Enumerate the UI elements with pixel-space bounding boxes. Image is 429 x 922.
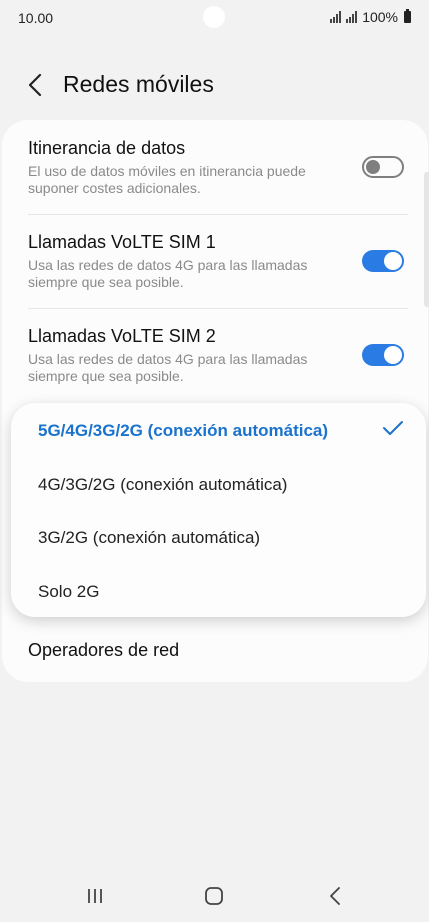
battery-percent: 100% <box>362 9 398 25</box>
status-time: 10.00 <box>18 10 54 26</box>
roaming-row[interactable]: Itinerancia de datos El uso de datos móv… <box>28 138 408 197</box>
roaming-toggle[interactable] <box>362 156 404 178</box>
signal-sim2-icon <box>346 11 358 23</box>
navigation-bar <box>0 870 429 922</box>
network-mode-option-3g[interactable]: 3G/2G (conexión automática) <box>38 528 408 548</box>
network-operators-item[interactable]: Operadores de red <box>28 640 179 661</box>
network-mode-option-4g[interactable]: 4G/3G/2G (conexión automática) <box>38 475 408 495</box>
back-button[interactable] <box>20 70 50 100</box>
back-nav-button[interactable] <box>320 884 350 908</box>
battery-icon <box>404 9 411 23</box>
checkmark-icon <box>383 421 403 435</box>
home-icon <box>205 887 223 905</box>
status-indicators: 100% <box>330 9 411 25</box>
signal-sim1-icon <box>330 11 342 23</box>
network-mode-popup: 5G/4G/3G/2G (conexión automática) 4G/3G/… <box>11 403 426 617</box>
option-label: Solo 2G <box>38 582 100 601</box>
volte-sim1-title: Llamadas VoLTE SIM 1 <box>28 232 216 252</box>
roaming-title: Itinerancia de datos <box>28 138 186 158</box>
volte-sim1-subtitle: Usa las redes de datos 4G para las llama… <box>28 257 308 290</box>
volte-sim2-row[interactable]: Llamadas VoLTE SIM 2 Usa las redes de da… <box>28 326 408 385</box>
volte-sim2-title: Llamadas VoLTE SIM 2 <box>28 326 216 346</box>
back-nav-icon <box>330 887 340 905</box>
home-button[interactable] <box>199 884 229 908</box>
app-header: Redes móviles <box>0 60 429 110</box>
front-camera <box>203 6 225 28</box>
volte-sim1-row[interactable]: Llamadas VoLTE SIM 1 Usa las redes de da… <box>28 232 408 291</box>
screen: 10.00 100% Redes móviles Itinerancia de … <box>0 0 429 922</box>
status-bar: 10.00 100% <box>0 0 429 36</box>
volte-sim2-toggle[interactable] <box>362 344 404 366</box>
option-label: 4G/3G/2G (conexión automática) <box>38 475 288 494</box>
back-arrow-icon <box>28 73 42 97</box>
roaming-subtitle: El uso de datos móviles en itinerancia p… <box>28 163 306 196</box>
network-mode-option-2g[interactable]: Solo 2G <box>38 582 408 602</box>
divider <box>28 308 408 309</box>
scrollbar[interactable] <box>424 172 429 307</box>
divider <box>28 214 408 215</box>
option-label: 5G/4G/3G/2G (conexión automática) <box>38 421 329 440</box>
recent-apps-button[interactable] <box>80 884 110 908</box>
recent-apps-icon <box>88 889 102 903</box>
volte-sim2-subtitle: Usa las redes de datos 4G para las llama… <box>28 351 308 384</box>
option-label: 3G/2G (conexión automática) <box>38 528 261 547</box>
volte-sim1-toggle[interactable] <box>362 250 404 272</box>
toggle-knob <box>366 160 380 174</box>
page-title: Redes móviles <box>63 71 214 97</box>
toggle-knob <box>384 252 402 270</box>
toggle-knob <box>384 346 402 364</box>
network-mode-option-5g[interactable]: 5G/4G/3G/2G (conexión automática) <box>38 421 408 441</box>
